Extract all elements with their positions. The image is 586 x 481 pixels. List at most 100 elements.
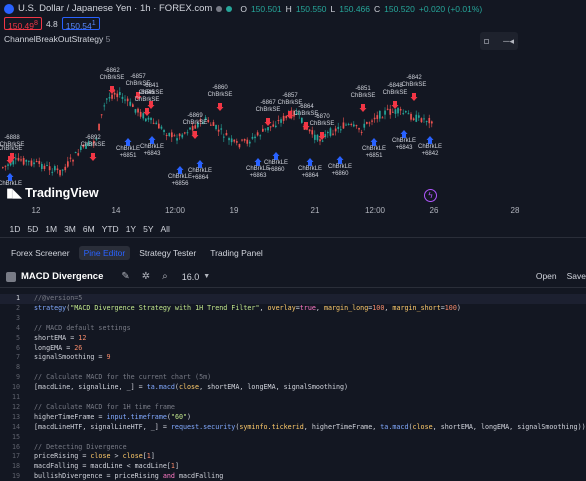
code-line[interactable]: 2 strategy("MACD Divergence Strategy with… bbox=[0, 304, 586, 314]
candle-body bbox=[25, 159, 28, 162]
signal-tag: ChBrkSE bbox=[351, 93, 376, 99]
price-chart[interactable]: -6888 ChBrkSE ChBrkSE ChBrkLE -6892 ChBrkSE -6… bbox=[0, 0, 586, 218]
code-line[interactable]: 8 bbox=[0, 363, 586, 373]
candle-body bbox=[249, 141, 251, 144]
timeframe-1m[interactable]: 1M bbox=[42, 224, 61, 234]
buy-button[interactable]: 150.541 bbox=[61, 17, 100, 31]
candle-body bbox=[28, 160, 30, 162]
candle-body bbox=[347, 123, 350, 125]
ohlc-close: 150.520 bbox=[384, 3, 415, 14]
candle-body bbox=[100, 114, 103, 116]
buy-arrow-icon bbox=[370, 138, 378, 146]
code-line[interactable]: 19 bullishDivergence = priceRising and ma… bbox=[0, 472, 586, 481]
code-line[interactable]: 10 [macdLine, signalLine, _] = ta.macd(cl… bbox=[0, 383, 586, 393]
code-line[interactable]: 5 shortEMA = 12 bbox=[0, 334, 586, 344]
x-tick: 12:00 bbox=[164, 206, 186, 215]
tab-strategy-tester[interactable]: Strategy Tester bbox=[134, 246, 201, 260]
chevron-down-icon[interactable]: ▼ bbox=[203, 273, 210, 280]
signal-label: ChBrkLE bbox=[116, 146, 140, 152]
code-line[interactable]: 4 // MACD default settings bbox=[0, 324, 586, 334]
timeframe-5y[interactable]: 5Y bbox=[140, 224, 157, 234]
signal-tag: +6863 bbox=[250, 173, 268, 179]
candle-body bbox=[332, 133, 334, 135]
lightning-icon[interactable]: ϟ bbox=[424, 189, 437, 202]
line-number: 11 bbox=[11, 393, 20, 401]
candle-body bbox=[360, 131, 363, 133]
code-line[interactable]: 7 signalSmoothing = 9 bbox=[0, 353, 586, 363]
line-number: 17 bbox=[11, 452, 20, 461]
tradingview-logo[interactable]: ▮◣ TradingView bbox=[6, 185, 99, 201]
candle-body bbox=[35, 161, 38, 163]
tab-trading-panel[interactable]: Trading Panel bbox=[205, 246, 268, 260]
code-line[interactable]: 1 //@version=5 bbox=[0, 294, 586, 304]
signal-label: ChBrkLE bbox=[246, 166, 270, 172]
open-button[interactable]: Open bbox=[536, 271, 557, 281]
code-line[interactable]: 17 priceRising = close > close[1] bbox=[0, 452, 586, 462]
tradingview-logo-icon: ▮◣ bbox=[6, 185, 22, 200]
code-line[interactable]: 11 bbox=[0, 393, 586, 403]
timeframe-ytd[interactable]: YTD bbox=[98, 224, 122, 234]
signal-label: -6860 bbox=[212, 85, 228, 91]
tab-pine-editor[interactable]: Pine Editor bbox=[78, 245, 131, 260]
candle-body bbox=[264, 128, 267, 130]
code-text: macdFalling = macdLine < macdLine[1] bbox=[34, 462, 179, 471]
timeframe-6m[interactable]: 6M bbox=[79, 224, 98, 234]
code-line[interactable]: 15 bbox=[0, 433, 586, 443]
candle-body bbox=[223, 136, 225, 138]
code-line[interactable]: 16 // Detecting Divergence bbox=[0, 443, 586, 453]
bug-icon[interactable]: ✲ bbox=[142, 271, 150, 282]
timeframe-5d[interactable]: 5D bbox=[24, 224, 42, 234]
code-editor[interactable]: 1 //@version=5 2 strategy("MACD Divergence … bbox=[0, 294, 586, 481]
save-button[interactable]: Save bbox=[567, 271, 586, 281]
code-line[interactable]: 18 macdFalling = macdLine < macdLine[1] bbox=[0, 462, 586, 472]
ohlc-high-label: H bbox=[285, 3, 292, 14]
buy-arrow-icon bbox=[336, 156, 344, 164]
candle-body bbox=[376, 115, 379, 119]
timeframe-3m[interactable]: 3M bbox=[61, 224, 80, 234]
indicator-legend[interactable]: ChannelBreakOutStrategy 5 bbox=[4, 34, 110, 44]
pine-version[interactable]: 16.0 bbox=[182, 272, 200, 282]
code-line[interactable]: 6 longEMA = 26 bbox=[0, 344, 586, 354]
timeframe-1y[interactable]: 1Y bbox=[122, 224, 139, 234]
signal-label: -6867 bbox=[260, 100, 276, 106]
candle-body bbox=[285, 115, 288, 119]
signal-label: -6864 bbox=[298, 104, 314, 110]
code-line[interactable]: 14 [macdLineHTF, signalLineHTF, _] = requ… bbox=[0, 423, 586, 433]
candle-body bbox=[48, 166, 51, 171]
candle-body bbox=[165, 134, 168, 136]
tab-forex-screener[interactable]: Forex Screener bbox=[6, 246, 75, 260]
sell-button[interactable]: 150.498 bbox=[4, 17, 42, 31]
pencil-icon[interactable]: ✎ bbox=[121, 271, 129, 282]
signal-label: ChBrkLE bbox=[188, 168, 212, 174]
code-line[interactable]: 3 bbox=[0, 314, 586, 324]
candle-body bbox=[366, 121, 368, 124]
chart-toggle-button[interactable]: ─◂ bbox=[480, 32, 518, 50]
candle-body bbox=[379, 110, 381, 119]
signal-label: ChBrkLE bbox=[392, 138, 416, 144]
code-text: priceRising = close > close[1] bbox=[34, 452, 155, 461]
candle-body bbox=[134, 109, 137, 113]
line-number: 7 bbox=[15, 353, 20, 362]
script-title[interactable]: MACD Divergence bbox=[21, 271, 103, 282]
code-line[interactable]: 13 higherTimeFrame = input.timeframe("60"… bbox=[0, 413, 586, 423]
candle-body bbox=[22, 158, 25, 165]
search-icon[interactable]: ⌕ bbox=[162, 271, 168, 282]
candle-body bbox=[152, 122, 155, 124]
symbol-title[interactable]: U.S. Dollar / Japanese Yen · 1h · FOREX.… bbox=[18, 3, 212, 14]
code-text: signalSmoothing = 9 bbox=[34, 353, 111, 362]
code-line[interactable]: 9 // Calculate MACD for the current chart… bbox=[0, 373, 586, 383]
candle-body bbox=[384, 110, 386, 115]
candle-body bbox=[113, 92, 116, 95]
candle-body bbox=[282, 115, 285, 121]
candle-body bbox=[238, 144, 241, 148]
line-number: 2 bbox=[15, 303, 20, 312]
signal-tag: ChBrkSE bbox=[256, 107, 281, 113]
signal-label: ChBrkLE bbox=[264, 160, 288, 166]
candle-body bbox=[363, 123, 366, 128]
time-axis[interactable]: 12 14 12:00 19 21 12:00 26 28 bbox=[0, 205, 586, 218]
timeframe-all[interactable]: All bbox=[157, 224, 173, 234]
timeframe-1d[interactable]: 1D bbox=[6, 224, 24, 234]
signal-label: -6892 bbox=[85, 135, 101, 141]
code-line[interactable]: 12 // Calculate MACD for 1H time frame bbox=[0, 403, 586, 413]
candle-body bbox=[342, 122, 345, 129]
